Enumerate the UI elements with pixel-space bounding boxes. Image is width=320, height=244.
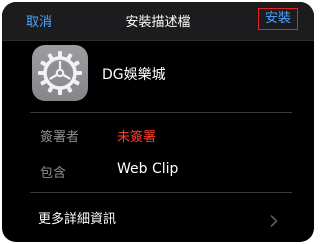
screenshot-frame: 取消 安裝描述檔 安裝 DG娛樂城 簽署者 未簽署 包含 Web Clip 更多… (0, 0, 316, 244)
contains-value: Web Clip (117, 161, 179, 177)
navigation-bar: 取消 安裝描述檔 安裝 (2, 2, 314, 41)
contains-label: 包含 (40, 166, 67, 181)
signer-status: 未簽署 (117, 130, 157, 145)
divider (30, 192, 292, 193)
settings-gear-icon (32, 45, 88, 101)
divider (30, 112, 292, 113)
profile-name: DG娛樂城 (102, 67, 166, 83)
signer-label: 簽署者 (40, 130, 80, 145)
more-details-label: 更多詳細資訊 (38, 212, 117, 227)
install-profile-sheet: 取消 安裝描述檔 安裝 DG娛樂城 簽署者 未簽署 包含 Web Clip 更多… (2, 2, 314, 242)
install-button[interactable]: 安裝 (258, 8, 298, 30)
more-details-row[interactable]: 更多詳細資訊 (2, 200, 314, 234)
chevron-right-icon (270, 212, 278, 231)
